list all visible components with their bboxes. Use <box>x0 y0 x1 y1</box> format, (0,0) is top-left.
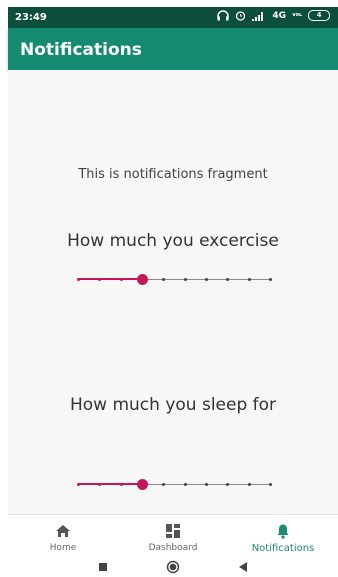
slider-tick <box>205 483 208 486</box>
page-title: Notifications <box>20 40 142 60</box>
bell-icon <box>277 524 289 539</box>
slider-tick <box>226 278 230 281</box>
slider-tick <box>269 483 272 486</box>
slider-tick <box>162 483 166 486</box>
signal-icon <box>252 11 264 21</box>
network-type: 4G <box>272 10 286 21</box>
slider-tick <box>247 483 251 486</box>
slider-tick <box>183 483 187 486</box>
slider-tick <box>183 278 187 281</box>
status-time: 23:49 <box>15 12 47 23</box>
slider-tick <box>119 278 123 281</box>
slider-track-fill <box>78 278 142 280</box>
slider-tick <box>77 278 80 281</box>
system-navigation-bar <box>8 556 338 577</box>
fragment-text: This is notifications fragment <box>78 167 268 182</box>
app-bar: Notifications <box>8 28 338 70</box>
back-icon[interactable] <box>236 560 250 574</box>
home-button-icon[interactable] <box>166 560 180 574</box>
nav-item-notifications[interactable]: Notifications <box>228 515 338 557</box>
exercise-question: How much you excercise <box>67 231 279 251</box>
slider-tick <box>98 483 102 486</box>
exercise-slider[interactable] <box>77 273 272 287</box>
nav-label: Home <box>49 543 77 553</box>
nav-label: Notifications <box>251 543 315 554</box>
nav-label: Dashboard <box>148 543 198 553</box>
slider-tick <box>77 483 80 486</box>
status-icons: 4G VoLTE 4 <box>217 10 330 21</box>
battery-icon: 4 <box>308 10 330 21</box>
slider-tick <box>162 278 166 281</box>
alarm-icon <box>236 11 246 21</box>
dashboard-icon <box>166 524 180 538</box>
slider-tick <box>247 278 251 281</box>
sleep-slider[interactable] <box>77 478 272 492</box>
slider-tick <box>98 278 102 281</box>
nav-item-dashboard[interactable]: Dashboard <box>118 515 228 557</box>
slider-thumb[interactable] <box>137 479 148 490</box>
nav-item-home[interactable]: Home <box>8 515 118 557</box>
slider-thumb[interactable] <box>137 274 148 285</box>
recents-icon[interactable] <box>96 560 110 574</box>
home-icon <box>56 525 70 537</box>
volte-badge: VoLTE <box>292 13 302 18</box>
slider-tick <box>205 278 208 281</box>
slider-tick <box>119 483 123 486</box>
headphones-icon <box>217 10 230 21</box>
slider-tick <box>269 278 272 281</box>
slider-track-fill <box>78 483 142 485</box>
bottom-navigation: Home Dashboard Notifications <box>8 514 338 557</box>
sleep-question: How much you sleep for <box>69 395 277 415</box>
notifications-content: This is notifications fragment How much … <box>8 70 338 514</box>
status-bar: 23:49 4G VoLTE 4 <box>8 7 338 28</box>
slider-tick <box>226 483 230 486</box>
